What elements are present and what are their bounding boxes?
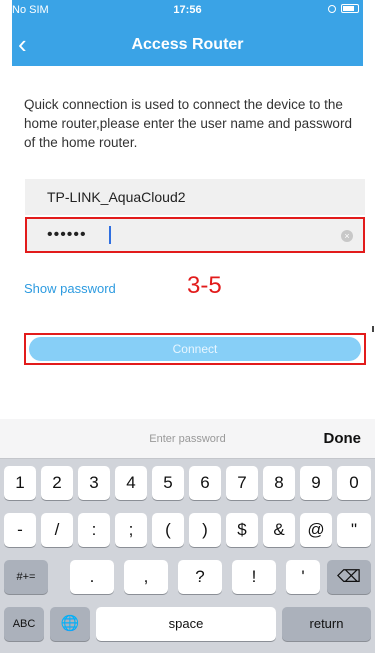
- space-key[interactable]: space: [96, 607, 276, 641]
- key-semicolon[interactable]: ;: [115, 513, 147, 547]
- connect-button[interactable]: Connect: [29, 337, 361, 361]
- connect-highlight-box: Connect: [24, 333, 366, 365]
- key-5[interactable]: 5: [152, 466, 184, 500]
- key-3[interactable]: 3: [78, 466, 110, 500]
- symbols-shift-key[interactable]: #+=: [4, 560, 48, 594]
- edge-mark: [372, 326, 374, 332]
- globe-icon[interactable]: 🌐: [50, 607, 90, 641]
- header: No SIM 17:56 ‹ Access Router: [12, 0, 363, 66]
- key-period[interactable]: .: [70, 560, 114, 594]
- keyboard-toolbar: Enter password Done: [0, 419, 375, 459]
- key-question[interactable]: ?: [178, 560, 222, 594]
- nav-bar: ‹ Access Router: [12, 26, 363, 66]
- password-value: ••••••: [47, 226, 87, 243]
- return-key[interactable]: return: [282, 607, 371, 641]
- key-2[interactable]: 2: [41, 466, 73, 500]
- backspace-icon[interactable]: ⌫: [327, 560, 371, 594]
- key-dollar[interactable]: $: [226, 513, 258, 547]
- key-quote[interactable]: ": [337, 513, 371, 547]
- clear-icon[interactable]: ×: [341, 230, 353, 242]
- instructions-text: Quick connection is used to connect the …: [24, 97, 352, 150]
- location-icon: [328, 4, 336, 13]
- status-icons: [328, 4, 359, 13]
- status-bar: No SIM 17:56: [12, 0, 363, 22]
- key-4[interactable]: 4: [115, 466, 147, 500]
- key-slash[interactable]: /: [41, 513, 73, 547]
- text-cursor: [109, 226, 111, 244]
- key-8[interactable]: 8: [263, 466, 295, 500]
- page-title: Access Router: [131, 36, 244, 53]
- key-close-paren[interactable]: ): [189, 513, 221, 547]
- access-router-screen: No SIM 17:56 ‹ Access Router Quick conne…: [0, 0, 375, 653]
- key-0[interactable]: 0: [337, 466, 371, 500]
- show-password-link[interactable]: Show password: [24, 281, 116, 296]
- keyboard-placeholder: Enter password: [149, 433, 226, 445]
- ssid-field[interactable]: TP-LINK_AquaCloud2: [25, 179, 365, 215]
- password-field[interactable]: •••••• ×: [25, 217, 365, 253]
- key-comma[interactable]: ,: [124, 560, 168, 594]
- key-7[interactable]: 7: [226, 466, 258, 500]
- key-open-paren[interactable]: (: [152, 513, 184, 547]
- done-button[interactable]: Done: [324, 430, 362, 447]
- step-annotation: 3-5: [187, 272, 222, 299]
- key-hyphen[interactable]: -: [4, 513, 36, 547]
- abc-key[interactable]: ABC: [4, 607, 44, 641]
- key-1[interactable]: 1: [4, 466, 36, 500]
- clock: 17:56: [173, 4, 202, 16]
- key-6[interactable]: 6: [189, 466, 221, 500]
- keyboard: Enter password Done 1 2 3 4 5 6 7 8 9 0 …: [0, 419, 375, 653]
- key-apostrophe[interactable]: ': [286, 560, 320, 594]
- ssid-value: TP-LINK_AquaCloud2: [47, 189, 186, 205]
- key-at[interactable]: @: [300, 513, 332, 547]
- key-9[interactable]: 9: [300, 466, 332, 500]
- key-colon[interactable]: :: [78, 513, 110, 547]
- key-ampersand[interactable]: &: [263, 513, 295, 547]
- battery-icon: [341, 4, 359, 13]
- key-exclamation[interactable]: !: [232, 560, 276, 594]
